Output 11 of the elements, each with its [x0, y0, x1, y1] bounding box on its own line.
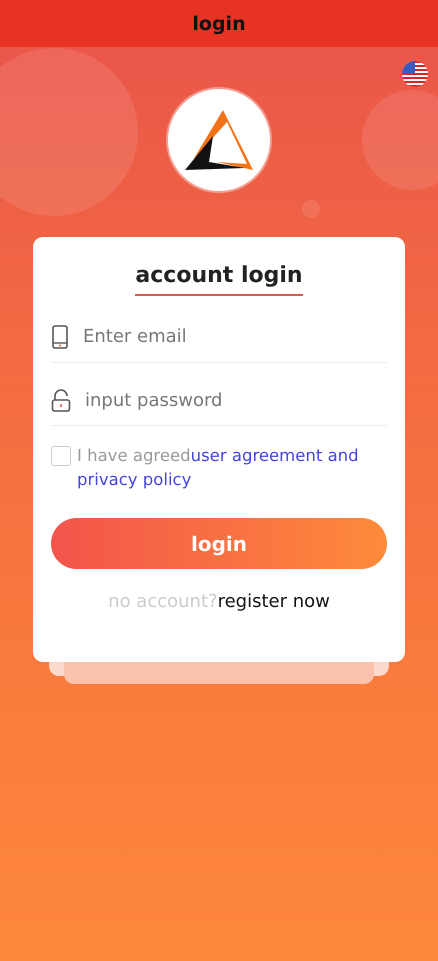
page-title: login	[192, 12, 246, 34]
agreement-text: I have agreeduser agreement and privacy policy	[77, 445, 360, 492]
lock-icon	[51, 388, 71, 412]
checkbox[interactable]	[51, 446, 71, 466]
form-title: account login	[135, 263, 303, 296]
triangle-logo-icon	[183, 108, 255, 172]
register-link[interactable]: register now	[218, 591, 330, 612]
flag-icon[interactable]	[402, 61, 428, 87]
password-field[interactable]: input password	[85, 390, 387, 411]
email-field[interactable]: Enter email	[83, 326, 387, 348]
phone-icon	[51, 324, 69, 349]
